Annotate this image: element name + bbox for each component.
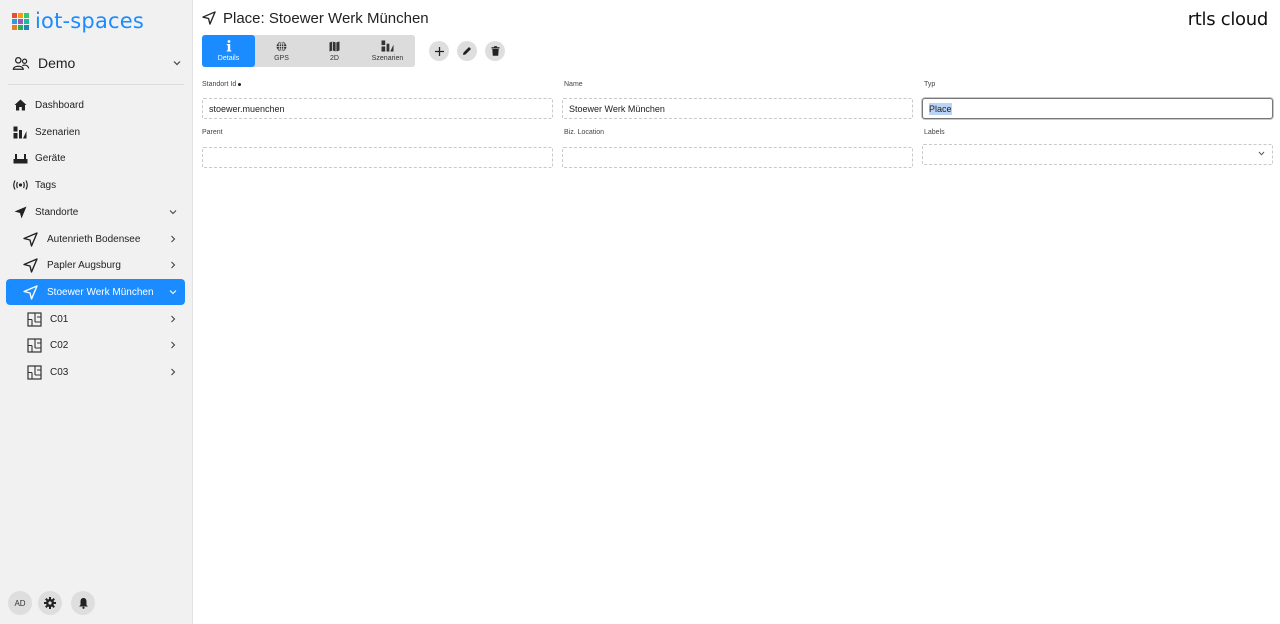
tab-label: 2D [330,55,339,62]
scenarios-icon [12,125,28,139]
location-arrow-icon [20,231,40,247]
sidebar-item-standorte[interactable]: Standorte [6,199,185,225]
chevron-down-icon [1258,151,1265,156]
tab-gps[interactable]: GPS [255,35,308,67]
sidebar-item-label: Dashboard [35,99,84,111]
sidebar: iot-spaces Demo Dashboard Szenarien Gerä… [0,0,193,624]
scenarios-icon [381,40,394,52]
chevron-down-icon [166,209,180,215]
standort-id-label: Standort Id [202,81,242,88]
sidebar-item-label: Tags [35,179,57,191]
page-title-text: Place: Stoewer Werk München [223,9,429,27]
sidebar-item-c01[interactable]: C01 [6,306,185,332]
info-icon [226,40,232,52]
labels-label: Labels [924,129,945,136]
sidebar-item-label: C03 [50,366,69,378]
chevron-right-icon [166,315,180,323]
sidebar-item-c03[interactable]: C03 [6,359,185,385]
globe-icon [276,40,287,52]
labels-select[interactable] [922,144,1273,165]
settings-button[interactable] [38,591,62,615]
floorplan-icon [26,311,42,327]
sidebar-item-label: Autenrieth Bodensee [47,233,141,245]
required-dot-icon [238,82,242,86]
avatar[interactable]: AD [8,591,32,615]
location-arrow-icon [20,257,40,273]
location-arrow-icon [202,11,216,25]
tab-szenarien[interactable]: Szenarien [361,35,414,67]
devices-icon [12,151,28,165]
parent-label: Parent [202,129,223,136]
sidebar-item-papler-augsburg[interactable]: Papler Augsburg [6,252,185,278]
typ-label: Typ [924,81,936,88]
typ-field[interactable]: Place [922,98,1273,119]
biz-location-field[interactable] [562,147,913,168]
divider [8,84,184,85]
delete-button[interactable] [485,41,505,61]
parent-field[interactable] [202,147,553,168]
tab-label: Szenarien [371,55,404,62]
chevron-right-icon [166,368,180,376]
sidebar-item-autenrieth-bodensee[interactable]: Autenrieth Bodensee [6,226,185,252]
add-button[interactable] [429,41,449,61]
tab-details[interactable]: Details [202,35,255,67]
sidebar-item-label: Geräte [35,152,66,164]
sidebar-item-c02[interactable]: C02 [6,332,185,358]
sidebar-item-label: C01 [50,313,69,325]
account-selector[interactable]: Demo [12,52,182,74]
sidebar-item-label: Papler Augsburg [47,259,121,271]
bell-icon [78,598,88,609]
notifications-button[interactable] [71,591,95,615]
tag-signal-icon [12,178,28,192]
sidebar-item-label: Standorte [35,206,79,218]
standort-id-field[interactable]: stoewer.muenchen [202,98,553,119]
sidebar-item-label: Szenarien [35,126,81,138]
chevron-down-icon [173,61,181,66]
detail-tabs: Details GPS 2D Szenarien [202,35,415,67]
location-arrow-icon [20,284,40,300]
plus-icon [434,46,444,56]
sidebar-item-dashboard[interactable]: Dashboard [6,92,185,118]
chevron-right-icon [166,235,180,243]
trash-icon [491,46,499,56]
gear-icon [44,597,56,609]
logo-grid-icon [12,12,29,30]
tab-label: Details [217,55,240,62]
avatar-initials: AD [14,598,26,608]
edit-button[interactable] [457,41,477,61]
sidebar-item-tags[interactable]: Tags [6,172,185,198]
tab-2d[interactable]: 2D [308,35,361,67]
floorplan-icon [26,364,42,380]
sidebar-item-szenarien[interactable]: Szenarien [6,119,185,145]
name-label: Name [564,81,583,88]
name-field[interactable]: Stoewer Werk München [562,98,913,119]
app-logo[interactable]: iot-spaces [12,8,144,34]
chevron-down-icon [166,289,180,295]
sidebar-item-label: C02 [50,339,69,351]
sidebar-item-label: Stoewer Werk München [47,286,154,298]
sidebar-item-stoewer-werk-muenchen[interactable]: Stoewer Werk München [6,279,185,305]
account-label: Demo [38,55,76,71]
home-icon [12,98,28,112]
tab-label: GPS [274,55,289,62]
logo-text: iot-spaces [35,9,145,33]
sidebar-item-geraete[interactable]: Geräte [6,145,185,171]
location-arrow-icon [12,205,28,219]
chevron-right-icon [166,341,180,349]
users-icon [12,56,30,70]
brand-logo: rtls cloud [1187,9,1269,30]
map-icon [329,40,340,52]
floorplan-icon [26,337,42,353]
chevron-right-icon [166,261,180,269]
biz-location-label: Biz. Location [564,129,605,136]
pencil-icon [463,47,471,55]
page-title: Place: Stoewer Werk München [202,8,429,28]
